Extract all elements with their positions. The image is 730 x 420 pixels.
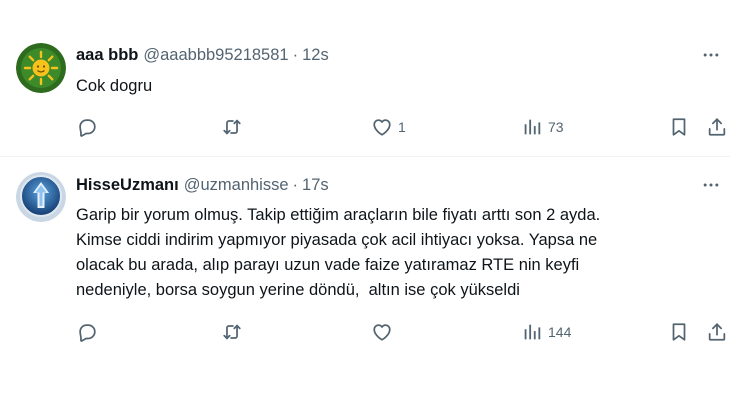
tweet-text-line: Kimse ciddi indirim yapmıyor piyasada ço…	[76, 231, 598, 249]
like-icon	[373, 324, 391, 341]
more-icon	[703, 53, 719, 57]
display-name[interactable]: HisseUzmanı	[76, 176, 179, 195]
like-icon	[373, 119, 391, 136]
views-button[interactable]: 144	[521, 320, 571, 344]
separator-dot: ·	[292, 175, 299, 194]
separator-dot: ·	[292, 45, 299, 64]
user-handle[interactable]: @uzmanhisse	[184, 176, 289, 195]
tweet[interactable]: aaa bbb @aaabbb95218581 · 12s Cok dogru …	[0, 0, 730, 157]
like-button[interactable]: 1	[371, 115, 406, 139]
bookmark-icon	[672, 118, 686, 136]
arrow-up-avatar-icon	[16, 172, 66, 222]
share-button[interactable]	[706, 115, 728, 139]
more-icon	[703, 183, 719, 187]
tweet-header: aaa bbb @aaabbb95218581 · 12s	[76, 44, 714, 66]
bookmark-button[interactable]	[668, 115, 690, 139]
share-button[interactable]	[706, 320, 728, 344]
tweet-text-line: Garip bir yorum olmuş. Takip ettiğim ara…	[76, 206, 601, 224]
user-handle[interactable]: @aaabbb95218581	[143, 46, 288, 65]
like-button[interactable]	[371, 320, 398, 344]
retweet-button[interactable]	[221, 320, 248, 344]
reply-icon	[79, 119, 96, 137]
like-count: 1	[398, 119, 406, 135]
action-bar: 144	[76, 320, 730, 344]
tweet[interactable]: HisseUzmanı @uzmanhisse · 17s Garip bir …	[0, 158, 730, 358]
tweet-header: HisseUzmanı @uzmanhisse · 17s	[76, 174, 714, 196]
views-icon	[524, 324, 541, 340]
tweet-text: Cok dogru	[76, 74, 710, 99]
views-icon	[524, 119, 541, 135]
view-count: 73	[548, 119, 564, 135]
retweet-icon	[223, 324, 241, 340]
tweet-text-line: Cok dogru	[76, 77, 153, 95]
share-icon	[708, 118, 726, 136]
avatar[interactable]	[16, 172, 66, 222]
reply-button[interactable]	[76, 320, 103, 344]
reply-button[interactable]	[76, 115, 103, 139]
action-bar: 1 73	[76, 115, 730, 139]
timestamp[interactable]: 12s	[302, 46, 329, 65]
sun-avatar-icon	[16, 43, 66, 93]
retweet-icon	[223, 119, 241, 135]
tweet-text-line: olacak bu arada, alıp parayı uzun vade f…	[76, 256, 580, 274]
timestamp[interactable]: 17s	[302, 176, 329, 195]
bookmark-button[interactable]	[668, 320, 690, 344]
display-name[interactable]: aaa bbb	[76, 46, 138, 65]
reply-icon	[79, 324, 96, 342]
more-button[interactable]	[696, 44, 726, 66]
view-count: 144	[548, 324, 572, 340]
avatar[interactable]	[16, 43, 66, 93]
retweet-button[interactable]	[221, 115, 248, 139]
views-button[interactable]: 73	[521, 115, 564, 139]
bookmark-icon	[672, 323, 686, 341]
tweet-text-line: nedeniyle, borsa soygun yerine döndü, al…	[76, 281, 520, 299]
more-button[interactable]	[696, 174, 726, 196]
tweet-text: Garip bir yorum olmuş. Takip ettiğim ara…	[76, 203, 710, 303]
share-icon	[708, 323, 726, 341]
